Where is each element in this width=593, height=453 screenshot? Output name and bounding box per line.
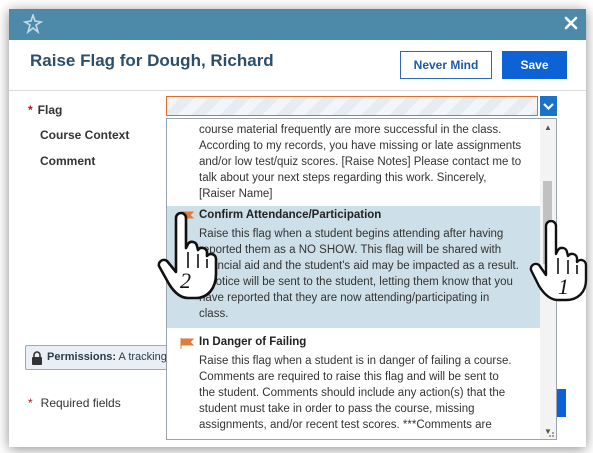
flag-label-text: Flag <box>37 103 63 117</box>
required-fields-note: * Required fields <box>28 396 121 410</box>
raise-flag-dialog: Raise Flag for Dough, Richard Never Mind… <box>9 9 586 447</box>
permissions-label: Permissions: <box>47 351 117 363</box>
permissions-text: A tracking <box>118 351 167 363</box>
pin-icon[interactable] <box>23 14 43 34</box>
resize-grip-icon[interactable] <box>546 429 554 437</box>
chevron-down-icon <box>543 103 554 111</box>
flag-icon <box>180 338 194 349</box>
dialog-title: Raise Flag for Dough, Richard <box>30 51 274 70</box>
required-marker: * <box>28 396 33 410</box>
step-1-label: 1 <box>558 274 569 299</box>
list-item-description: Raise this flag when a student is in dan… <box>199 355 512 431</box>
flag-dropdown-list[interactable]: course material frequently are more succ… <box>166 118 557 440</box>
list-item-title: Confirm Attendance/Participation <box>199 209 382 221</box>
required-fields-text: Required fields <box>40 396 121 410</box>
flag-select[interactable] <box>166 96 538 116</box>
list-item-description: Raise this flag when a student begins at… <box>199 228 519 320</box>
header-divider <box>9 90 586 91</box>
dialog-titlebar[interactable] <box>9 9 586 40</box>
course-context-label: Course Context <box>40 128 130 142</box>
flag-field-label: * Flag <box>28 103 62 117</box>
never-mind-button[interactable]: Never Mind <box>400 51 492 79</box>
previous-item-description: course material frequently are more succ… <box>199 124 522 200</box>
flag-dropdown-toggle[interactable] <box>540 96 557 116</box>
list-item-confirm-attendance[interactable]: Confirm Attendance/Participation Raise t… <box>167 206 541 328</box>
permissions-notice: Permissions: A tracking <box>25 345 185 370</box>
hand-cursor-icon-step-2: 2 <box>157 212 218 300</box>
step-2-label: 2 <box>180 268 191 293</box>
list-item-in-danger-of-failing[interactable]: In Danger of Failing Raise this flag whe… <box>167 333 541 439</box>
save-button[interactable]: Save <box>502 51 567 79</box>
scroll-up-arrow-icon[interactable]: ▲ <box>544 123 552 132</box>
required-marker: * <box>28 103 33 117</box>
hand-cursor-icon-step-1: 1 <box>529 220 588 302</box>
list-item-title: In Danger of Failing <box>199 336 307 348</box>
lock-icon <box>32 351 42 365</box>
comment-label: Comment <box>40 154 96 168</box>
close-icon[interactable] <box>563 15 579 31</box>
